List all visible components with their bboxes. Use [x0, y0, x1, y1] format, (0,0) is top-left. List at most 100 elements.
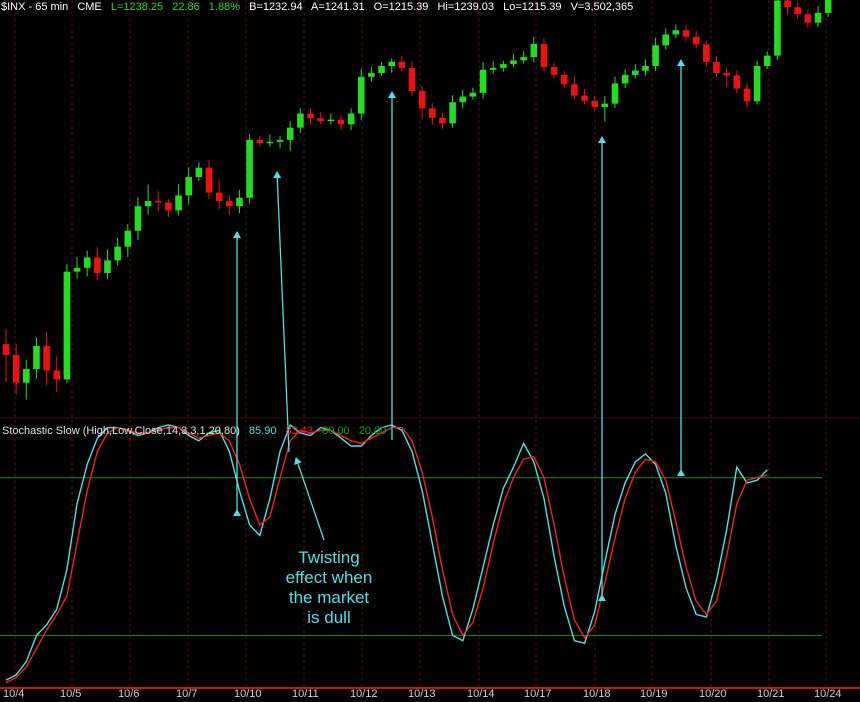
x-tick-label: 10/19	[640, 688, 668, 700]
candle-body	[500, 64, 507, 68]
candle-body	[154, 201, 162, 203]
candle-body	[662, 34, 670, 46]
candle-body	[672, 30, 680, 35]
candle-body	[459, 96, 467, 103]
candle-body	[733, 75, 741, 89]
candle-body	[246, 139, 253, 198]
candle-body	[621, 74, 629, 84]
candle-body	[53, 370, 61, 380]
annotation-arrow	[273, 171, 290, 453]
candle-body	[124, 230, 132, 247]
candle-body	[530, 43, 538, 58]
x-tick-label: 10/14	[467, 688, 495, 700]
x-tick-label: 10/24	[814, 688, 842, 700]
low-price: Lo=1215.39	[503, 1, 562, 13]
x-tick-label: 10/12	[350, 688, 378, 700]
stochastic-legend: Stochastic Slow (High,Low,Close,14,3,3,1…	[2, 425, 392, 437]
candle-body	[510, 60, 517, 65]
candle-body	[347, 113, 355, 125]
candle-body	[763, 55, 771, 66]
symbol-label: $INX - 65 min	[1, 1, 69, 13]
lower-level-value: 20.00	[358, 425, 387, 437]
d-value: 83.43	[285, 425, 314, 437]
candle-body	[317, 118, 324, 122]
candle-body	[185, 177, 192, 196]
candle-body	[388, 61, 395, 66]
candle-body	[550, 66, 558, 75]
x-tick-label: 10/13	[408, 688, 436, 700]
candle-body	[794, 7, 801, 15]
candle-body	[784, 0, 791, 8]
candle-body	[175, 195, 182, 211]
x-tick-label: 10/4	[3, 688, 25, 700]
k-value: 85.90	[248, 425, 277, 437]
last-price: L=1238.25	[110, 1, 164, 13]
candle-body	[824, 0, 832, 13]
candle-body	[753, 66, 761, 102]
x-tick-label: 10/7	[176, 688, 198, 700]
x-tick-label: 10/17	[524, 688, 552, 700]
candle-body	[2, 344, 10, 355]
x-tick-label: 10/11	[292, 688, 319, 700]
chart-window: $INX - 65 min CME L=1238.25 22.86 1.88% …	[0, 0, 860, 702]
candle-body	[449, 102, 456, 124]
candle-body	[226, 201, 233, 207]
candle-body	[743, 88, 751, 102]
volume-label: V=3,502,365	[570, 1, 634, 13]
ask-price: A=1241.31	[311, 1, 365, 13]
candle-body	[307, 113, 314, 119]
candle-body	[479, 69, 487, 93]
stochastic-label: Stochastic Slow (High,Low,Close,14,3,3,1…	[2, 425, 240, 437]
candle-body	[236, 197, 243, 207]
candle-body	[692, 36, 700, 45]
candle-body	[814, 12, 822, 23]
candle-body	[713, 61, 720, 74]
candle-body	[723, 73, 730, 76]
candle-body	[560, 74, 568, 85]
candle-body	[591, 100, 598, 107]
candle-body	[195, 167, 203, 178]
candle-body	[682, 30, 690, 37]
candle-body	[266, 141, 274, 144]
x-tick-label: 10/21	[757, 688, 785, 700]
upper-level-value: 80.00	[322, 425, 350, 437]
exchange-label: CME	[77, 1, 102, 13]
candle-body	[632, 70, 639, 75]
x-tick-label: 10/18	[583, 688, 611, 700]
candle-body	[368, 73, 375, 77]
quote-header: $INX - 65 min CME L=1238.25 22.86 1.88% …	[1, 1, 639, 13]
candle-body	[429, 108, 436, 118]
candle-body	[33, 346, 40, 370]
candle-body	[540, 43, 548, 67]
candle-body	[205, 167, 213, 193]
candle-body	[165, 202, 172, 211]
candle-body	[134, 206, 142, 231]
candle-body	[256, 139, 264, 144]
candle-body	[144, 201, 152, 207]
candle-body	[520, 57, 527, 61]
x-tick-label: 10/5	[60, 688, 82, 700]
candle-body	[642, 66, 649, 71]
candle-body	[601, 103, 609, 107]
x-tick-label: 10/20	[699, 688, 727, 700]
annotation-pointer-arrow	[294, 457, 325, 541]
high-price: Hi=1239.03	[437, 1, 495, 13]
candle-body	[297, 113, 304, 128]
candle-body	[12, 354, 20, 383]
candle-body	[418, 90, 426, 109]
candle-body	[398, 61, 406, 68]
net-change: 22.86	[172, 1, 200, 13]
candle-body	[581, 95, 588, 101]
candle-body	[276, 139, 284, 142]
percent-change: 1.88%	[208, 1, 240, 13]
candle-body	[378, 66, 385, 74]
candle-body	[571, 84, 578, 96]
candle-body	[43, 346, 50, 371]
open-price: O=1215.39	[373, 1, 429, 13]
candle-body	[357, 76, 365, 114]
x-tick-label: 10/10	[234, 688, 262, 700]
candle-body	[469, 92, 477, 97]
candle-body	[63, 271, 71, 380]
candle-body	[439, 117, 446, 124]
candle-body	[327, 119, 335, 122]
